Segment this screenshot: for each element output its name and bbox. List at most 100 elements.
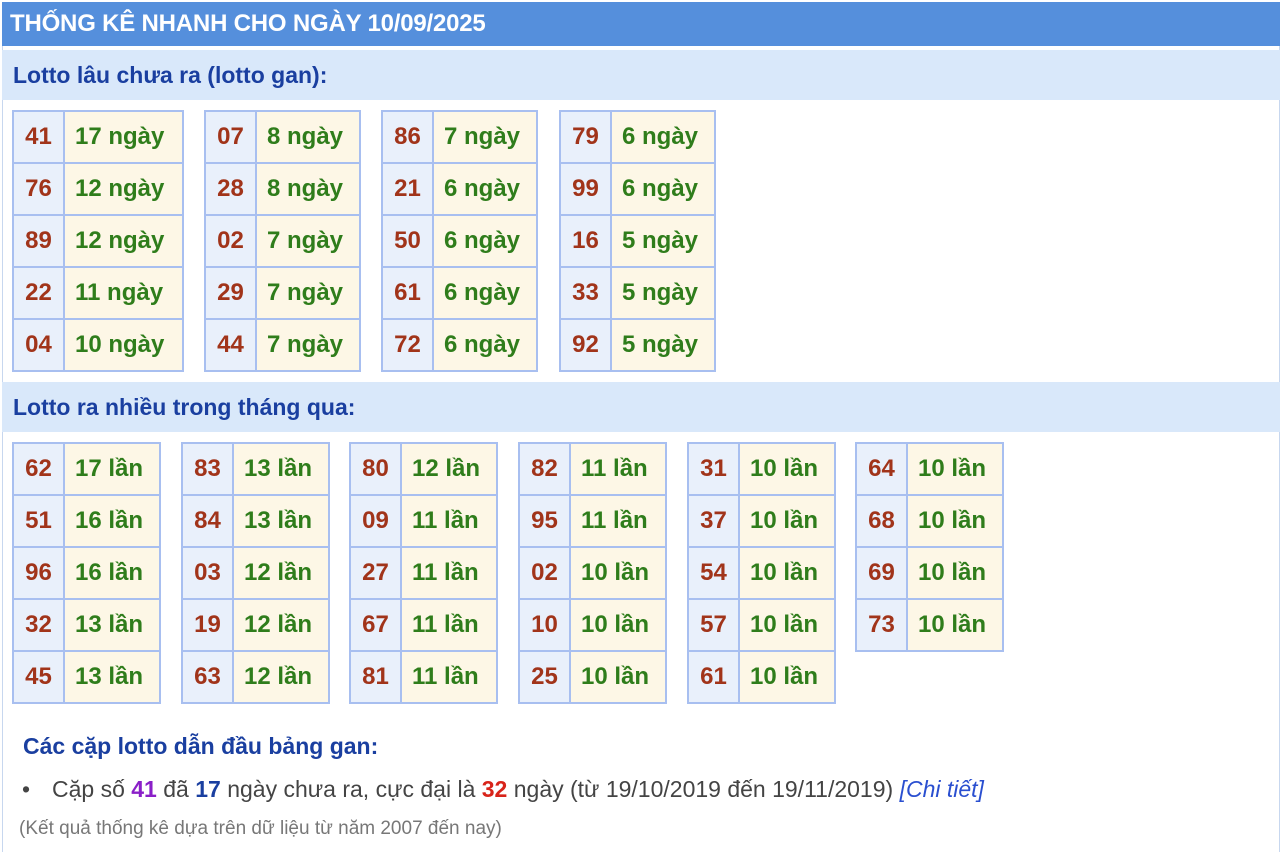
gan-number: 76 bbox=[14, 164, 63, 214]
freq-number: 27 bbox=[351, 548, 400, 598]
gan-number: 99 bbox=[561, 164, 610, 214]
freq-count: 12 lần bbox=[234, 548, 328, 598]
gan-number: 22 bbox=[14, 268, 63, 318]
freq-number: 25 bbox=[520, 652, 569, 702]
freq-count: 12 lần bbox=[234, 600, 328, 650]
freq-number: 69 bbox=[857, 548, 906, 598]
freq-number: 51 bbox=[14, 496, 63, 546]
gan-number: 89 bbox=[14, 216, 63, 266]
table-row: 61 6 ngày bbox=[383, 268, 536, 318]
table-row: 99 6 ngày bbox=[561, 164, 714, 214]
gan-count: 7 ngày bbox=[434, 112, 536, 162]
table-row: 84 13 lần bbox=[183, 496, 328, 546]
freq-number: 37 bbox=[689, 496, 738, 546]
gan-section-heading: Lotto lâu chưa ra (lotto gan): bbox=[2, 50, 1280, 100]
table-row: 69 10 lần bbox=[857, 548, 1002, 598]
bullet-icon: • bbox=[22, 776, 31, 802]
table-row: 79 6 ngày bbox=[561, 112, 714, 162]
table-row: 28 8 ngày bbox=[206, 164, 359, 214]
gan-count: 6 ngày bbox=[434, 268, 536, 318]
table-row: 54 10 lần bbox=[689, 548, 834, 598]
table-row: 80 12 lần bbox=[351, 444, 496, 494]
table-row: 67 11 lần bbox=[351, 600, 496, 650]
table-row: 37 10 lần bbox=[689, 496, 834, 546]
freq-count: 13 lần bbox=[234, 444, 328, 494]
page-title: THỐNG KÊ NHANH CHO NGÀY 10/09/2025 bbox=[2, 2, 1280, 46]
gan-count: 7 ngày bbox=[257, 268, 359, 318]
gan-table: 41 17 ngày 76 12 ngày 89 12 ngày 22 11 ngày 04 10… bbox=[12, 110, 184, 372]
freq-number: 73 bbox=[857, 600, 906, 650]
gan-group: 79 6 ngày 99 6 ngày 16 5 ngày 33 5 ngày 92 5 ngày bbox=[559, 110, 716, 372]
gan-number: 28 bbox=[206, 164, 255, 214]
table-row: 33 5 ngày bbox=[561, 268, 714, 318]
summary-text-4: ngày (từ 19/10/2019 đến 19/11/2019) bbox=[507, 776, 900, 802]
freq-table: 31 10 lần 37 10 lần 54 10 lần 57 10 lần 61 10 lần bbox=[687, 442, 836, 704]
table-row: 63 12 lần bbox=[183, 652, 328, 702]
freq-group: 82 11 lần 95 11 lần 02 10 lần 10 10 lần 25 10 lần bbox=[518, 442, 667, 704]
gan-count: 12 ngày bbox=[65, 164, 182, 214]
gan-table: 07 8 ngày 28 8 ngày 02 7 ngày 29 7 ngày 44 7 ngày bbox=[204, 110, 361, 372]
table-row: 27 11 lần bbox=[351, 548, 496, 598]
freq-number: 03 bbox=[183, 548, 232, 598]
freq-count: 11 lần bbox=[571, 444, 665, 494]
freq-count: 10 lần bbox=[740, 652, 834, 702]
summary-text-2: đã bbox=[156, 776, 196, 802]
gan-count: 6 ngày bbox=[434, 320, 536, 370]
gan-number: 92 bbox=[561, 320, 610, 370]
table-row: 72 6 ngày bbox=[383, 320, 536, 370]
table-row: 19 12 lần bbox=[183, 600, 328, 650]
summary-text-1: Cặp số bbox=[52, 776, 132, 802]
gan-number: 04 bbox=[14, 320, 63, 370]
gan-count: 5 ngày bbox=[612, 320, 714, 370]
gan-number: 16 bbox=[561, 216, 610, 266]
gan-number: 07 bbox=[206, 112, 255, 162]
freq-count: 10 lần bbox=[571, 600, 665, 650]
table-row: 92 5 ngày bbox=[561, 320, 714, 370]
gan-number: 02 bbox=[206, 216, 255, 266]
summary-line: • Cặp số 41 đã 17 ngày chưa ra, cực đại l… bbox=[22, 776, 984, 803]
table-row: 22 11 ngày bbox=[14, 268, 182, 318]
freq-count: 11 lần bbox=[402, 548, 496, 598]
table-row: 57 10 lần bbox=[689, 600, 834, 650]
freq-count: 13 lần bbox=[234, 496, 328, 546]
table-row: 07 8 ngày bbox=[206, 112, 359, 162]
freq-table: 80 12 lần 09 11 lần 27 11 lần 67 11 lần 81 11 lần bbox=[349, 442, 498, 704]
gan-count: 8 ngày bbox=[257, 112, 359, 162]
gan-count: 12 ngày bbox=[65, 216, 182, 266]
freq-number: 57 bbox=[689, 600, 738, 650]
table-row: 41 17 ngày bbox=[14, 112, 182, 162]
freq-number: 31 bbox=[689, 444, 738, 494]
freq-number: 67 bbox=[351, 600, 400, 650]
freq-count: 11 lần bbox=[402, 496, 496, 546]
freq-count: 10 lần bbox=[908, 444, 1002, 494]
freq-count: 13 lần bbox=[65, 652, 159, 702]
table-row: 83 13 lần bbox=[183, 444, 328, 494]
table-row: 02 10 lần bbox=[520, 548, 665, 598]
freq-group: 64 10 lần 68 10 lần 69 10 lần 73 10 lần bbox=[855, 442, 1004, 652]
freq-group: 80 12 lần 09 11 lần 27 11 lần 67 11 lần 81 11 lần bbox=[349, 442, 498, 704]
freq-group: 83 13 lần 84 13 lần 03 12 lần 19 12 lần 63 12 lần bbox=[181, 442, 330, 704]
table-row: 76 12 ngày bbox=[14, 164, 182, 214]
table-row: 86 7 ngày bbox=[383, 112, 536, 162]
gan-number: 41 bbox=[14, 112, 63, 162]
gan-count: 6 ngày bbox=[434, 164, 536, 214]
gan-number: 79 bbox=[561, 112, 610, 162]
table-row: 04 10 ngày bbox=[14, 320, 182, 370]
freq-number: 62 bbox=[14, 444, 63, 494]
gan-count: 8 ngày bbox=[257, 164, 359, 214]
freq-count: 12 lần bbox=[402, 444, 496, 494]
table-row: 62 17 lần bbox=[14, 444, 159, 494]
table-row: 68 10 lần bbox=[857, 496, 1002, 546]
freq-count: 11 lần bbox=[402, 600, 496, 650]
freq-number: 84 bbox=[183, 496, 232, 546]
freq-count: 10 lần bbox=[740, 496, 834, 546]
freq-count: 10 lần bbox=[740, 444, 834, 494]
freq-count: 13 lần bbox=[65, 600, 159, 650]
gan-group: 07 8 ngày 28 8 ngày 02 7 ngày 29 7 ngày 44 7 ngày bbox=[204, 110, 361, 372]
table-row: 96 16 lần bbox=[14, 548, 159, 598]
freq-number: 02 bbox=[520, 548, 569, 598]
detail-link[interactable]: [Chi tiết] bbox=[900, 776, 984, 802]
freq-count: 10 lần bbox=[908, 548, 1002, 598]
freq-number: 80 bbox=[351, 444, 400, 494]
freq-count: 11 lần bbox=[571, 496, 665, 546]
